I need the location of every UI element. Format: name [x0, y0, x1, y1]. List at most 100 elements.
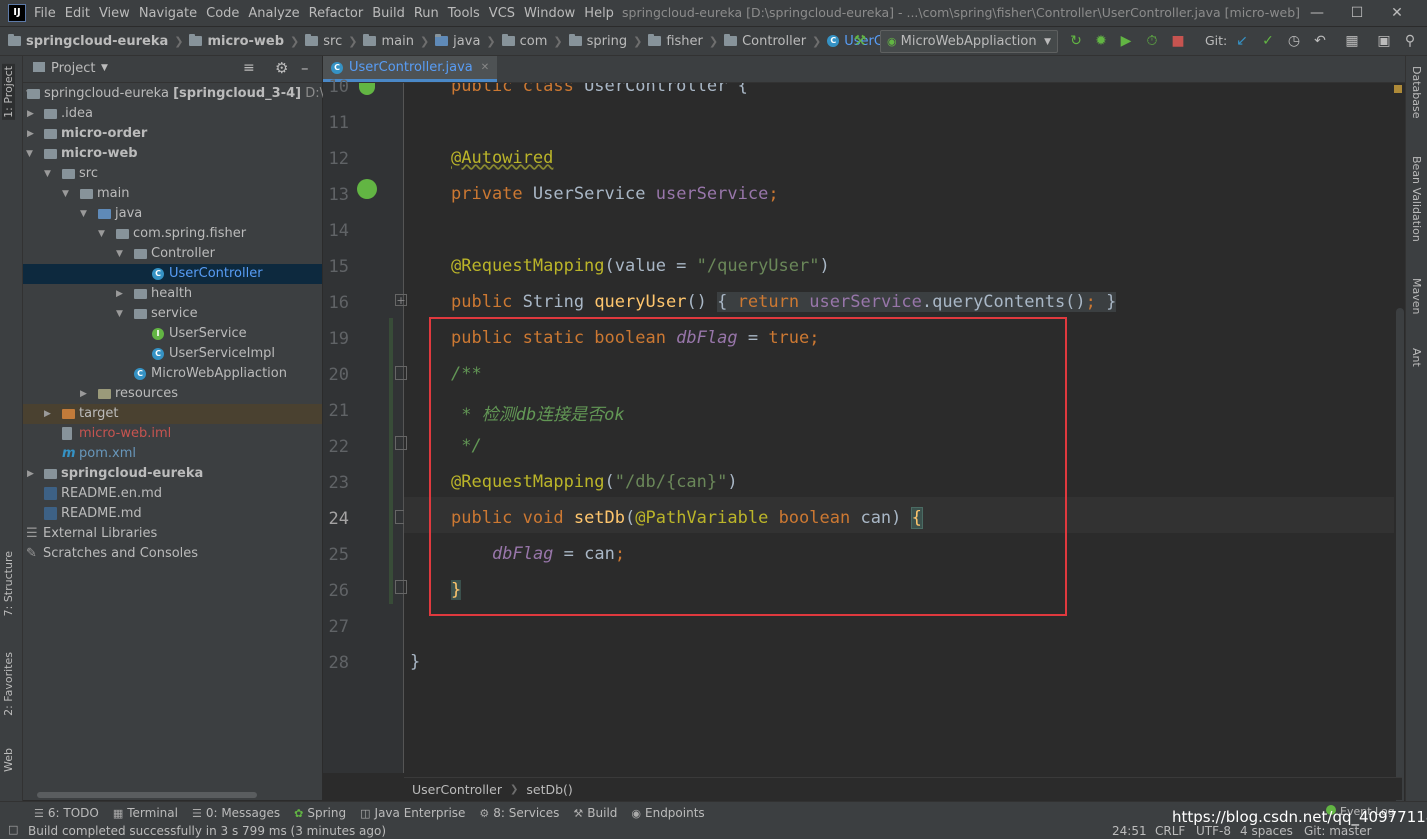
project-panel-title[interactable]: Project — [51, 61, 95, 76]
tab-ant[interactable]: Ant — [1410, 348, 1423, 367]
run-config-select[interactable]: ◉ MicroWebAppliaction ▼ — [880, 30, 1058, 53]
tool-endpoints[interactable]: ◉ Endpoints — [631, 806, 704, 820]
status-message[interactable]: Build completed successfully in 3 s 799 … — [28, 824, 386, 838]
crumb-fisher[interactable]: fisher — [648, 34, 703, 49]
tab-structure[interactable]: 7: Structure — [2, 551, 15, 616]
tool-java-enterprise[interactable]: ◫ Java Enterprise — [360, 806, 465, 820]
menu-view[interactable]: View — [99, 6, 130, 21]
tab-web[interactable]: Web — [2, 748, 15, 772]
debug-icon[interactable]: ✹ — [1093, 33, 1109, 49]
tool-messages[interactable]: ☰ 0: Messages — [192, 806, 280, 820]
tree-item-main[interactable]: ▼ main — [23, 184, 322, 204]
crumb-src[interactable]: src — [305, 34, 342, 49]
menu-file[interactable]: File — [34, 6, 56, 21]
collapse-all-icon[interactable]: ≡ — [243, 60, 255, 76]
horizontal-scrollbar[interactable] — [37, 792, 257, 798]
editor-scrollbar[interactable] — [1394, 83, 1405, 808]
tree-item-springcloud-eureka-root[interactable]: ▼ springcloud-eureka [springcloud_3-4] D… — [23, 84, 364, 104]
tree-item-micro-web-iml[interactable]: micro-web.iml — [23, 424, 322, 444]
tree-item-java[interactable]: ▼ java — [23, 204, 322, 224]
tab-project[interactable]: 1: Project — [2, 64, 15, 120]
caret-position[interactable]: 24:51 — [1112, 824, 1147, 838]
menu-edit[interactable]: Edit — [65, 6, 90, 21]
tree-item-external-libraries[interactable]: ☰ External Libraries — [23, 524, 322, 544]
tree-item-target[interactable]: ▶ target — [23, 404, 322, 424]
tab-bean-validation[interactable]: Bean Validation — [1410, 156, 1423, 242]
tree-item-micro-order[interactable]: ▶ micro-order — [23, 124, 322, 144]
maximize-button[interactable]: ☐ — [1337, 2, 1377, 24]
breadcrumb-method[interactable]: setDb() — [526, 782, 572, 797]
gear-icon[interactable]: ⚙ — [275, 59, 288, 77]
file-encoding[interactable]: UTF-8 — [1196, 824, 1231, 838]
minimize-button[interactable]: — — [1297, 2, 1337, 24]
tree-item-idea[interactable]: ▶ .idea — [23, 104, 322, 124]
menu-window[interactable]: Window — [524, 6, 575, 21]
tree-item-micro-web[interactable]: ▼ micro-web — [23, 144, 322, 164]
menu-vcs[interactable]: VCS — [489, 6, 515, 21]
tool-terminal[interactable]: ▦ Terminal — [113, 806, 178, 820]
terminal-toolbar-icon[interactable]: ▣ — [1376, 33, 1392, 49]
rerun-icon[interactable]: ↻ — [1068, 33, 1084, 49]
tree-item-readme-en[interactable]: README.en.md — [23, 484, 322, 504]
hammer-build-icon[interactable]: ⚒ — [852, 33, 868, 49]
git-commit-icon[interactable]: ✓ — [1260, 33, 1276, 49]
tool-build[interactable]: ⚒ Build — [573, 806, 617, 820]
tool-spring[interactable]: ✿ Spring — [294, 806, 346, 820]
crumb-java[interactable]: java — [435, 34, 480, 49]
tree-item-userservice[interactable]: I UserService — [23, 324, 322, 344]
tree-item-springcloud-eureka-module[interactable]: ▶ springcloud-eureka — [23, 464, 322, 484]
scrollbar-thumb[interactable] — [1396, 308, 1404, 808]
crumb-com[interactable]: com — [501, 34, 547, 49]
tab-maven[interactable]: Maven — [1410, 278, 1423, 314]
crumb-main[interactable]: main — [363, 34, 414, 49]
spring-bean-icon[interactable] — [359, 83, 375, 95]
history-icon[interactable]: ◷ — [1286, 33, 1302, 49]
tree-item-controller[interactable]: ▼ Controller — [23, 244, 322, 264]
tree-item-health[interactable]: ▶ health — [23, 284, 322, 304]
warning-marker-icon[interactable] — [1394, 85, 1402, 93]
tree-item-src[interactable]: ▼ src — [23, 164, 322, 184]
rollback-icon[interactable]: ↶ — [1312, 33, 1328, 49]
project-structure-icon[interactable]: ▦ — [1344, 33, 1360, 49]
menu-analyze[interactable]: Analyze — [248, 6, 299, 21]
tab-usercontroller[interactable]: C UserController.java ✕ — [323, 56, 498, 82]
tree-item-service[interactable]: ▼ service — [23, 304, 322, 324]
stop-icon[interactable]: ■ — [1170, 33, 1186, 49]
menu-tools[interactable]: Tools — [448, 6, 480, 21]
breadcrumb-class[interactable]: UserController — [412, 782, 502, 797]
search-icon[interactable]: ⚲ — [1402, 33, 1418, 49]
tree-item-package[interactable]: ▼ com.spring.fisher — [23, 224, 322, 244]
tree-item-resources[interactable]: ▶ resources — [23, 384, 322, 404]
crumb-controller[interactable]: Controller — [724, 34, 806, 49]
coverage-icon[interactable]: ▶ — [1118, 33, 1134, 49]
menu-help[interactable]: Help — [584, 6, 614, 21]
tree-item-microwebappliaction[interactable]: C MicroWebAppliaction — [23, 364, 322, 384]
chevron-down-icon[interactable]: ▼ — [101, 63, 108, 73]
line-separator[interactable]: CRLF — [1155, 824, 1185, 838]
profile-icon[interactable]: ⏱ — [1144, 33, 1160, 49]
menu-refactor[interactable]: Refactor — [309, 6, 364, 21]
menu-navigate[interactable]: Navigate — [139, 6, 197, 21]
git-update-icon[interactable]: ↙ — [1234, 33, 1250, 49]
crumb-project[interactable]: springcloud-eureka — [8, 34, 168, 49]
close-button[interactable]: ✕ — [1377, 2, 1417, 24]
tool-services[interactable]: ⚙ 8: Services — [479, 806, 559, 820]
menu-run[interactable]: Run — [414, 6, 439, 21]
close-tab-icon[interactable]: ✕ — [481, 62, 489, 73]
tool-todo[interactable]: ☰ 6: TODO — [34, 806, 99, 820]
tree-item-usercontroller[interactable]: C UserController — [23, 264, 322, 284]
tree-item-userserviceimpl[interactable]: C UserServiceImpl — [23, 344, 322, 364]
menu-build[interactable]: Build — [372, 6, 405, 21]
tree-item-pom[interactable]: m pom.xml — [23, 444, 322, 464]
crumb-spring[interactable]: spring — [568, 34, 627, 49]
tree-item-readme[interactable]: README.md — [23, 504, 322, 524]
tree-item-scratches[interactable]: ✎ Scratches and Consoles — [23, 544, 322, 564]
menu-code[interactable]: Code — [206, 6, 239, 21]
tab-favorites[interactable]: 2: Favorites — [2, 652, 15, 716]
hide-panel-icon[interactable]: – — [301, 59, 309, 77]
crumb-module[interactable]: micro-web — [189, 34, 284, 49]
indent-setting[interactable]: 4 spaces — [1240, 824, 1293, 838]
git-branch[interactable]: Git: master — [1304, 824, 1372, 838]
tab-database[interactable]: Database — [1410, 66, 1423, 119]
spring-autowired-icon[interactable] — [357, 179, 377, 199]
